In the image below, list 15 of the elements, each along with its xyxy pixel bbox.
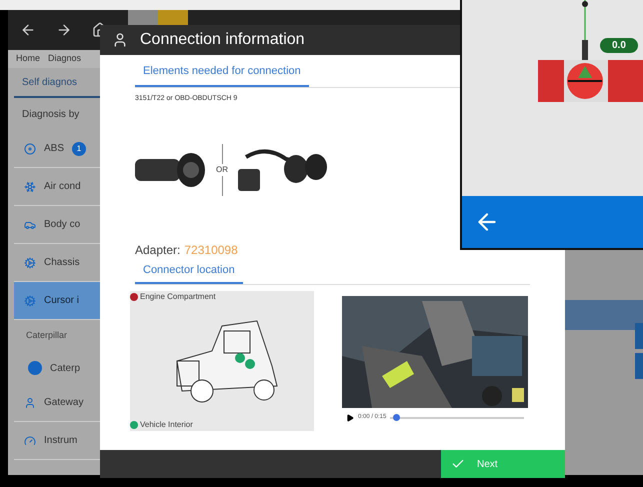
adapter-label: Adapter:: [135, 242, 180, 259]
value-badge: 0.0: [600, 38, 638, 53]
dialog-title: Connection information: [140, 30, 305, 50]
legend-label: Vehicle Interior: [140, 418, 193, 430]
section-title: Diagnosis by: [22, 108, 80, 122]
adapter-value: 72310098: [184, 242, 238, 259]
breadcrumb-item[interactable]: Home: [16, 52, 40, 66]
list-item[interactable]: Caterp: [14, 352, 288, 384]
tab[interactable]: Connector location: [135, 259, 243, 284]
count-badge: 1: [72, 142, 86, 156]
legend-label: Engine Compartment: [140, 290, 216, 302]
breadcrumb-item[interactable]: Diagnos: [48, 52, 82, 66]
or-text: OR: [216, 164, 228, 176]
group-label: Caterpillar: [26, 329, 68, 342]
tab[interactable]: Elements needed for connection: [135, 55, 309, 86]
